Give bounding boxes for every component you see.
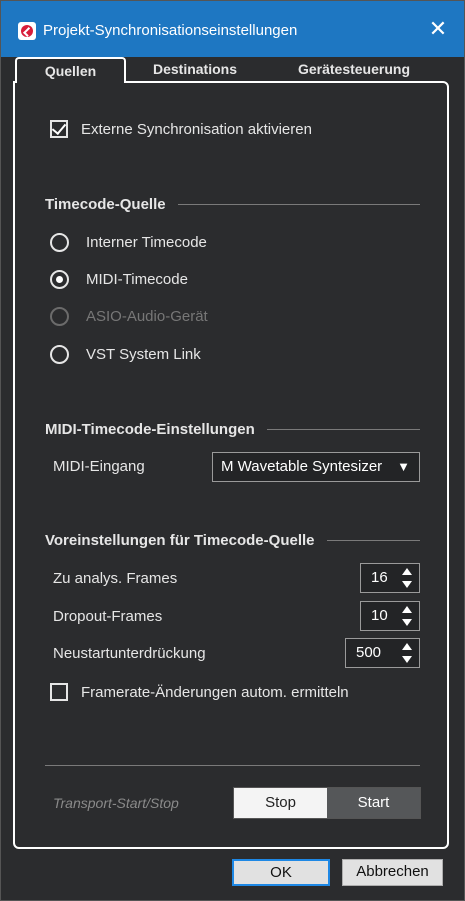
restart-suppression-label: Neustartunterdrückung: [53, 645, 206, 662]
external-sync-checkbox[interactable]: [50, 120, 68, 138]
close-icon[interactable]: ✕: [424, 15, 452, 43]
radio-button[interactable]: [50, 269, 69, 289]
radio-button[interactable]: [50, 232, 69, 252]
cancel-button[interactable]: Abbrechen: [342, 859, 443, 886]
sync-settings-dialog: Projekt-Synchronisationseinstellungen ✕ …: [0, 0, 465, 901]
presets-heading: Voreinstellungen für Timecode-Quelle: [45, 530, 420, 550]
radio-label: MIDI-Timecode: [86, 270, 188, 288]
radio-midi-timecode[interactable]: MIDI-Timecode: [50, 267, 188, 291]
framerate-detect-checkbox[interactable]: [50, 683, 68, 701]
transport-start-button[interactable]: Start: [327, 788, 420, 818]
analyze-frames-value: 16: [371, 569, 388, 586]
restart-suppression-value: 500: [356, 644, 382, 661]
section-divider: [266, 428, 420, 430]
transport-stop-button[interactable]: Stop: [234, 788, 327, 818]
midi-input-value: M Wavetable Syntesizer: [221, 458, 383, 475]
tab-destinations[interactable]: Destinations: [139, 57, 251, 83]
midi-timecode-heading: MIDI-Timecode-Einstellungen: [45, 419, 420, 439]
timecode-source-heading: Timecode-Quelle: [45, 194, 420, 214]
ok-button[interactable]: OK: [232, 859, 330, 886]
analyze-frames-label: Zu analys. Frames: [53, 570, 178, 587]
transport-segmented-control: Stop Start: [233, 787, 421, 819]
chevron-down-icon: ▼: [397, 459, 410, 474]
dropout-frames-label: Dropout-Frames: [53, 608, 163, 625]
spin-arrows-icon[interactable]: [401, 567, 413, 589]
cubase-icon: [18, 22, 36, 40]
dropout-frames-value: 10: [371, 607, 388, 624]
external-sync-row[interactable]: Externe Synchronisation aktivieren: [50, 117, 312, 141]
radio-vst-system-link[interactable]: VST System Link: [50, 342, 201, 366]
tab-panel-quellen: Externe Synchronisation aktivieren Timec…: [13, 81, 449, 849]
tab-bar: Quellen Destinations Gerätesteuerung: [13, 57, 449, 83]
spin-arrows-icon[interactable]: [401, 605, 413, 627]
analyze-frames-stepper[interactable]: 16: [360, 563, 420, 593]
radio-label: Interner Timecode: [86, 233, 207, 251]
title-bar: Projekt-Synchronisationseinstellungen ✕: [1, 1, 464, 57]
restart-suppression-stepper[interactable]: 500: [345, 638, 420, 668]
midi-input-label: MIDI-Eingang: [53, 458, 145, 475]
section-divider: [326, 539, 420, 541]
radio-asio-audio-device: ASIO-Audio-Gerät: [50, 304, 208, 328]
tab-quellen[interactable]: Quellen: [15, 57, 126, 83]
transport-label: Transport-Start/Stop: [53, 795, 179, 811]
midi-input-dropdown[interactable]: M Wavetable Syntesizer ▼: [212, 452, 420, 482]
radio-button[interactable]: [50, 344, 69, 364]
window-title: Projekt-Synchronisationseinstellungen: [43, 22, 298, 39]
spin-arrows-icon[interactable]: [401, 642, 413, 664]
framerate-detect-row[interactable]: Framerate-Änderungen autom. ermitteln: [50, 680, 349, 704]
external-sync-label: Externe Synchronisation aktivieren: [81, 120, 312, 138]
framerate-detect-label: Framerate-Änderungen autom. ermitteln: [81, 683, 349, 701]
radio-button: [50, 306, 69, 326]
radio-label: VST System Link: [86, 345, 201, 363]
radio-label: ASIO-Audio-Gerät: [86, 307, 208, 325]
transport-divider: [45, 765, 420, 766]
section-divider: [177, 203, 420, 205]
radio-internal-timecode[interactable]: Interner Timecode: [50, 230, 207, 254]
dropout-frames-stepper[interactable]: 10: [360, 601, 420, 631]
tab-geraetesteuerung[interactable]: Gerätesteuerung: [281, 57, 427, 83]
